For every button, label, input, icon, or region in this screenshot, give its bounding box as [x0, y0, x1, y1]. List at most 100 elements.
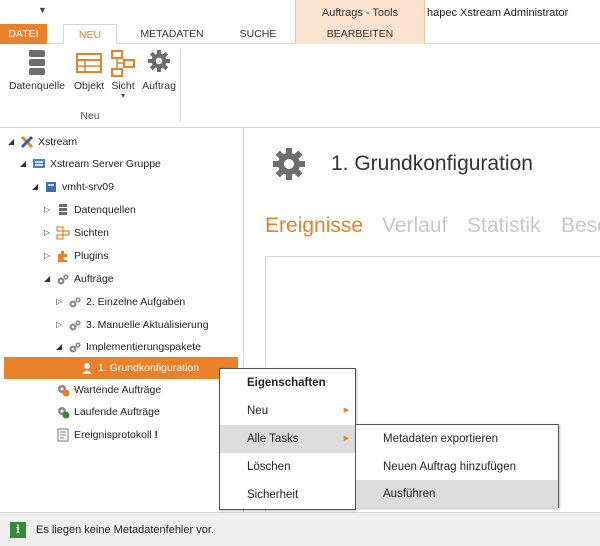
waiting-jobs-icon — [58, 385, 70, 397]
database-icon — [59, 204, 67, 215]
tree-node-label: 3. Manuelle Aktualisierung — [86, 319, 209, 331]
info-icon: i — [10, 522, 26, 538]
submenu-alle-tasks: Metadaten exportieren Neuen Auftrag hinz… — [355, 424, 559, 508]
tree-node-label: Implementierungspakete — [86, 341, 201, 353]
ribbon-group-label: Neu — [80, 110, 100, 122]
tree-node-server[interactable]: ◢ vmht-srv09 — [32, 176, 244, 198]
expand-toggle-icon[interactable]: ▷ — [56, 314, 66, 336]
database-icon — [29, 50, 45, 75]
xstream-logo-icon — [20, 135, 34, 149]
tree-node-laufende-auftraege[interactable]: Laufende Aufträge — [44, 401, 244, 423]
expand-toggle-icon[interactable]: ▷ — [56, 291, 66, 313]
expand-toggle-icon[interactable]: ▷ — [44, 222, 54, 244]
quick-access-dropdown-icon[interactable]: ▼ — [38, 5, 47, 15]
tab-neu[interactable]: NEU — [63, 24, 117, 45]
object-icon — [76, 53, 102, 73]
tree-node-label-text: Ereignisprotokoll — [74, 429, 152, 441]
auftrag-label: Auftrag — [142, 80, 176, 92]
gears-icon — [69, 297, 81, 308]
expand-toggle-icon[interactable]: ◢ — [44, 268, 54, 290]
expand-toggle-icon[interactable]: ◢ — [56, 336, 66, 358]
expand-toggle-icon[interactable]: ◢ — [32, 176, 42, 198]
tree-node-manuelle-aktualisierung[interactable]: ▷ 3. Manuelle Aktualisierung — [56, 314, 244, 336]
menu-item-alle-tasks[interactable]: Alle Tasks ▶ — [220, 425, 355, 453]
tree-node-label: 2. Einzelne Aufgaben — [86, 296, 186, 308]
tab-bearbeiten[interactable]: BEARBEITEN — [295, 24, 425, 44]
datenquelle-label: Datenquelle — [8, 80, 66, 92]
menu-item-label: Alle Tasks — [247, 433, 299, 445]
context-tab-group-header: Auftrags - Tools — [295, 0, 425, 24]
status-text: Es liegen keine Metadatenfehler vor. — [36, 524, 214, 536]
gears-icon — [69, 320, 81, 331]
tree-node-label: Sichten — [74, 227, 110, 239]
expand-toggle-icon[interactable]: ◢ — [20, 153, 30, 175]
tree-node-einzelne-aufgaben[interactable]: ▷ 2. Einzelne Aufgaben — [56, 291, 244, 313]
server-group-icon — [33, 159, 45, 168]
datenquelle-button[interactable]: Datenquelle — [8, 48, 66, 92]
tree-node-datenquellen[interactable]: ▷ Datenquellen — [44, 199, 244, 221]
submenu-arrow-icon: ▶ — [343, 435, 349, 442]
menu-item-neuen-auftrag-hinzufuegen[interactable]: Neuen Auftrag hinzufügen — [356, 453, 558, 481]
sicht-dropdown-icon: ▾ — [120, 91, 125, 100]
tree-node-server-gruppe[interactable]: ◢ Xstream Server Gruppe — [20, 153, 244, 175]
tree-node-label: Xstream — [38, 136, 78, 148]
tree-node-sichten[interactable]: ▷ Sichten — [44, 222, 244, 244]
menu-item-eigenschaften[interactable]: Eigenschaften — [220, 369, 355, 397]
window-title: hapec Xstream Administrator — [427, 7, 569, 19]
tree-node-label: Xstream Server Gruppe — [50, 158, 161, 170]
tree-node-xstream[interactable]: ◢ Xstream — [8, 131, 244, 153]
warning-flag: ! — [154, 429, 159, 441]
context-menu: Eigenschaften Neu ▶ Alle Tasks ▶ Löschen… — [219, 368, 356, 510]
tree-node-label: Laufende Aufträge — [74, 406, 160, 418]
server-icon — [46, 182, 56, 192]
ribbon-tab-bar: DATEI NEU METADATEN SUCHE BEARBEITEN — [0, 24, 600, 45]
tab-datei[interactable]: DATEI — [0, 24, 47, 44]
tree-node-auftraege[interactable]: ◢ Aufträge — [44, 268, 244, 290]
gear-icon — [273, 148, 305, 180]
ribbon-group-separator — [180, 50, 181, 122]
tab-bese[interactable]: Bese — [561, 214, 600, 238]
tree-node-label: vmht-srv09 — [62, 181, 114, 193]
navigation-tree: ◢ Xstream ◢ Xstream Server Gruppe ◢ vmht… — [0, 128, 244, 512]
tab-metadaten[interactable]: METADATEN — [128, 24, 216, 44]
title-bar: ▼ Auftrags - Tools hapec Xstream Adminis… — [0, 0, 600, 24]
menu-item-metadaten-exportieren[interactable]: Metadaten exportieren — [356, 425, 558, 453]
tab-statistik[interactable]: Statistik — [467, 214, 541, 238]
objekt-button[interactable]: Objekt — [70, 48, 108, 92]
expand-toggle-icon[interactable]: ▷ — [44, 245, 54, 267]
tree-node-label: 1. Grundkonfiguration — [98, 362, 199, 374]
expand-toggle-icon[interactable]: ▷ — [44, 199, 54, 221]
tab-suche[interactable]: SUCHE — [226, 24, 290, 44]
submenu-arrow-icon: ▶ — [343, 407, 349, 414]
tab-ereignisse[interactable]: Ereignisse — [265, 214, 363, 238]
tree-node-label: Ereignisprotokoll ! — [74, 424, 158, 446]
status-bar: i Es liegen keine Metadatenfehler vor. — [0, 512, 600, 546]
expand-toggle-icon[interactable]: ◢ — [8, 131, 18, 153]
tree-node-label: Wartende Aufträge — [74, 384, 162, 396]
auftrag-button[interactable]: Auftrag — [140, 48, 178, 92]
tree-node-label: Datenquellen — [74, 204, 136, 216]
sicht-button[interactable]: Sicht ▾ — [108, 48, 138, 100]
menu-item-neu[interactable]: Neu ▶ — [220, 397, 355, 425]
job-icon — [82, 363, 92, 374]
menu-item-loeschen[interactable]: Löschen — [220, 453, 355, 481]
menu-item-sicherheit[interactable]: Sicherheit — [220, 481, 355, 509]
plugin-icon — [58, 250, 67, 262]
tree-node-wartende-auftraege[interactable]: Wartende Aufträge — [44, 379, 244, 401]
view-icon — [56, 226, 70, 240]
running-jobs-icon — [58, 407, 70, 419]
objekt-label: Objekt — [73, 80, 105, 92]
tree-node-ereignisprotokoll[interactable]: Ereignisprotokoll ! — [44, 424, 244, 446]
ribbon: Datenquelle Objekt Sicht ▾ Auftrag Neu — [0, 44, 600, 128]
view-icon — [111, 50, 135, 77]
tree-node-label: Plugins — [74, 250, 109, 262]
gears-icon — [69, 342, 81, 353]
tree-node-implementierungspakete[interactable]: ◢ Implementierungspakete — [56, 336, 244, 358]
gear-icon — [148, 50, 170, 72]
gears-icon — [57, 274, 69, 285]
tab-verlauf[interactable]: Verlauf — [382, 214, 447, 238]
event-log-icon — [57, 428, 69, 442]
tree-node-plugins[interactable]: ▷ Plugins — [44, 245, 244, 267]
menu-item-ausfuehren[interactable]: Ausführen — [356, 480, 558, 508]
tree-node-grundkonfiguration[interactable]: 1. Grundkonfiguration — [4, 357, 238, 379]
